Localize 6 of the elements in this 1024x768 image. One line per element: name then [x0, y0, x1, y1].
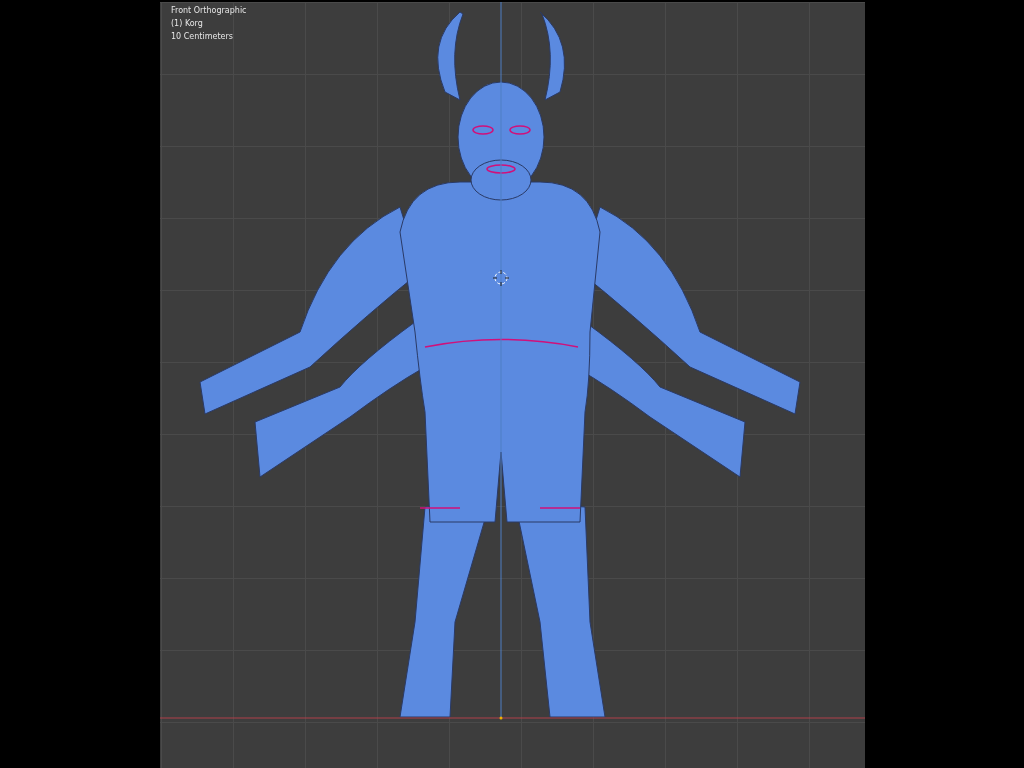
viewport-info-text: Front Orthographic [171, 5, 247, 17]
viewport-info-text: 10 Centimeters [171, 31, 234, 43]
viewport-info-text: (1) Korg [171, 18, 204, 30]
origin-dot-icon [499, 716, 503, 720]
3d-cursor-icon [492, 269, 510, 287]
3d-viewport[interactable]: Front Orthographic (1) Korg 10 Centimeters [160, 2, 865, 768]
